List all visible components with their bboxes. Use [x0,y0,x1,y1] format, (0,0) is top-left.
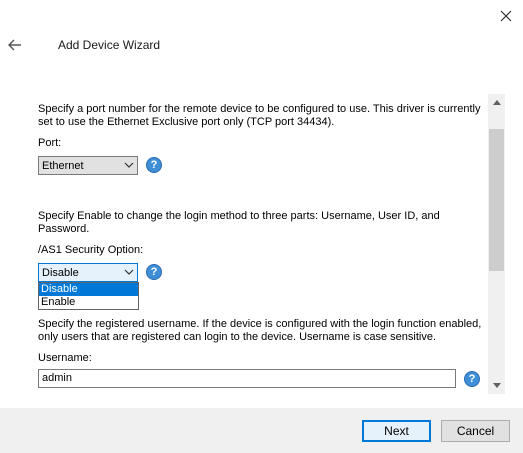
help-icon: ? [150,159,158,171]
port-description: Specify a port number for the remote dev… [38,103,481,128]
chevron-up-icon [492,100,501,105]
wizard-content: Specify a port number for the remote dev… [0,94,488,394]
username-input[interactable]: admin [38,369,456,388]
security-select-value: Disable [42,266,79,279]
security-label: /AS1 Security Option: [38,244,144,256]
username-label: Username: [38,352,92,364]
close-icon [500,10,512,22]
help-icon: ? [150,266,158,278]
scroll-thumb[interactable] [489,129,504,271]
help-icon: ? [468,373,476,385]
security-description: Specify Enable to change the login metho… [38,210,440,235]
cancel-button[interactable]: Cancel [441,420,510,442]
username-help-button[interactable]: ? [464,371,480,387]
close-button[interactable] [494,4,518,28]
username-description: Specify the registered username. If the … [38,318,482,343]
port-select-value: Ethernet [42,159,84,172]
chevron-down-icon [124,162,134,168]
wizard-footer: Next Cancel [0,408,523,453]
dropdown-option-disable[interactable]: Disable [39,283,138,296]
vertical-scrollbar[interactable] [488,94,505,394]
port-label: Port: [38,137,62,149]
security-dropdown-list: Disable Enable [38,282,139,310]
scroll-down-button[interactable] [488,377,505,394]
next-button[interactable]: Next [362,420,431,442]
scroll-up-button[interactable] [488,94,505,111]
port-select[interactable]: Ethernet [38,156,138,175]
security-help-button[interactable]: ? [146,264,162,280]
back-button[interactable] [4,34,26,56]
chevron-down-icon [124,269,134,275]
security-select[interactable]: Disable [38,263,138,282]
chevron-down-icon [492,383,501,388]
wizard-title: Add Device Wizard [58,38,161,52]
back-arrow-icon [8,39,21,51]
dropdown-option-enable[interactable]: Enable [39,296,138,309]
port-help-button[interactable]: ? [146,157,162,173]
